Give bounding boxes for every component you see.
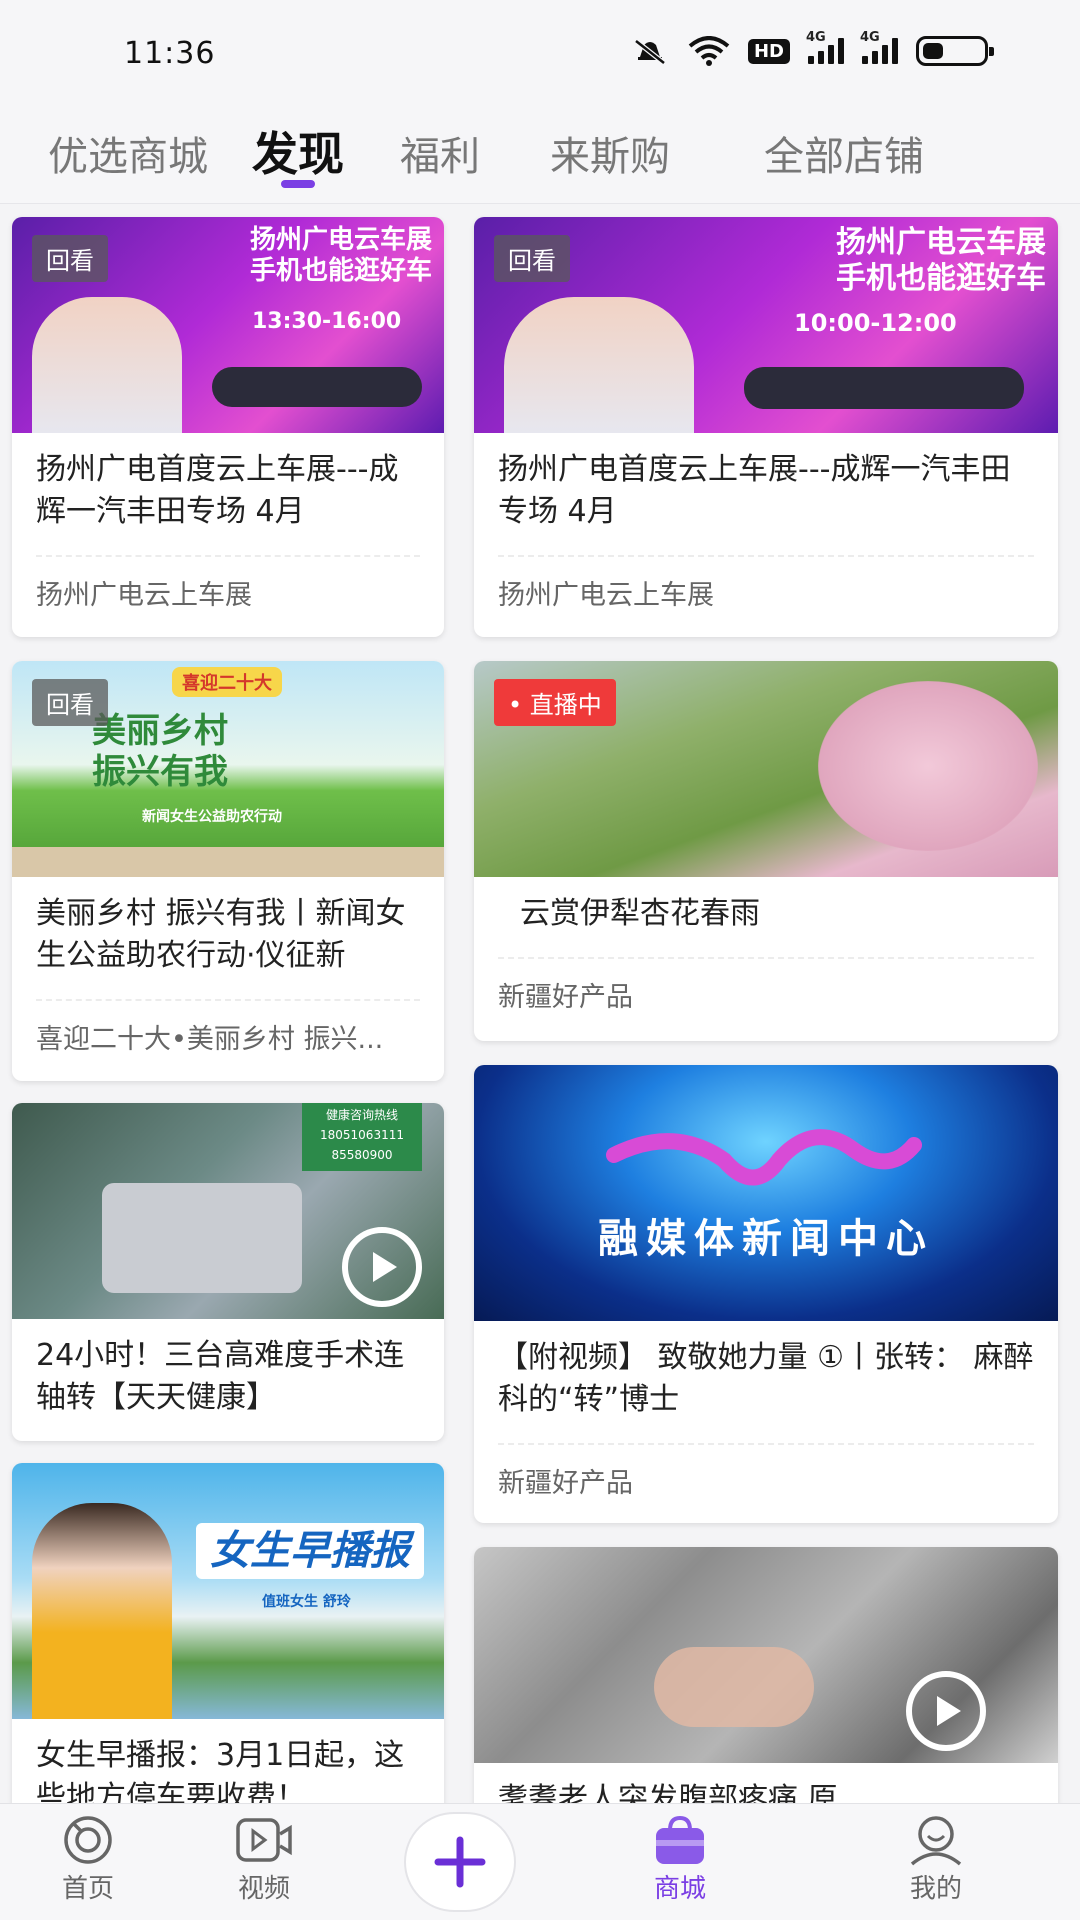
tab-all-stores[interactable]: 全部店铺 xyxy=(764,124,924,182)
feed-card-surgery[interactable]: 健康咨询热线 18051063111 85580900 24小时！三台高难度手术… xyxy=(12,1103,444,1441)
hosts-image xyxy=(504,297,694,433)
media-logo-icon xyxy=(606,1129,922,1186)
card-source: 喜迎二十大•美丽乡村 振兴... xyxy=(36,1024,384,1055)
card-title: 云赏伊犁杏花春雨 xyxy=(520,896,760,931)
plus-icon xyxy=(434,1836,486,1888)
card-title: 女生早播报：3月1日起，这些地方停车要收费！ xyxy=(36,1738,405,1803)
nav-home[interactable]: 首页 xyxy=(28,1814,148,1905)
feed-card-car-expo-1[interactable]: 扬州广电云车展 手机也能逛好车 13:30-16:00 回看 扬州广电首度云上车… xyxy=(12,217,444,637)
hotline-number-2: 85580900 xyxy=(331,1148,393,1162)
profile-icon xyxy=(910,1816,962,1866)
status-bar: 11:36 HD 4G 4G xyxy=(0,0,1080,100)
nav-shop[interactable]: 商城 xyxy=(620,1814,740,1905)
feed-card-morning-news[interactable]: 女生早播报 值班女生 舒玲 女生早播报：3月1日起，这些地方停车要收费！ xyxy=(12,1463,444,1803)
car-image xyxy=(212,367,422,407)
card-thumbnail: 融媒体新闻中心 xyxy=(474,1065,1058,1321)
hotline-number-1: 18051063111 xyxy=(320,1128,404,1142)
status-time: 11:36 xyxy=(124,36,216,71)
card-title: 24小时！三台高难度手术连轴转【天天健康】 xyxy=(36,1338,405,1415)
thumb-banner: 喜迎二十大 xyxy=(172,667,282,697)
replay-badge: 回看 xyxy=(494,235,570,282)
card-thumbnail: • 直播中 xyxy=(474,661,1058,877)
tab-welfare[interactable]: 福利 xyxy=(400,124,480,182)
hotline-box: 健康咨询热线 18051063111 85580900 xyxy=(302,1103,422,1171)
medical-equipment-image xyxy=(102,1183,302,1293)
wifi-icon xyxy=(688,36,730,66)
card-title: 【附视频】 致敬她力量 ①丨张转： 麻醉科的“转”博士 xyxy=(498,1340,1034,1417)
thumb-headline: 美丽乡村 振兴有我 xyxy=(92,711,228,792)
nav-shop-label: 商城 xyxy=(653,1874,706,1904)
publish-button[interactable] xyxy=(404,1812,516,1912)
feed-card-elderly-pain[interactable]: 耄耋老人突发腹部疼痛 原 xyxy=(474,1547,1058,1803)
play-icon[interactable] xyxy=(906,1671,986,1751)
card-thumbnail: 健康咨询热线 18051063111 85580900 xyxy=(12,1103,444,1319)
thumb-time: 10:00-12:00 xyxy=(794,309,957,337)
replay-badge: 回看 xyxy=(32,679,108,726)
card-source: 扬州广电云上车展 xyxy=(498,580,714,611)
thumb-headline: 融媒体新闻中心 xyxy=(598,1216,934,1262)
hosts-image xyxy=(32,297,182,433)
card-thumbnail: 扬州广电云车展 手机也能逛好车 10:00-12:00 回看 xyxy=(474,217,1058,433)
tab-discover[interactable]: 发现 xyxy=(252,118,344,184)
thumb-caption: 新闻女生公益助农行动 xyxy=(142,809,282,825)
live-badge: • 直播中 xyxy=(494,679,616,726)
card-thumbnail: 喜迎二十大 美丽乡村 振兴有我 新闻女生公益助农行动 回看 xyxy=(12,661,444,877)
hd-icon: HD xyxy=(747,38,790,64)
card-source: 扬州广电云上车展 xyxy=(36,580,252,611)
bottom-navigation: 首页 视频 商城 我的 xyxy=(0,1803,1080,1920)
card-source: 新疆好产品 xyxy=(498,982,633,1013)
top-tabs: 优选商城 发现 福利 来斯购 全部店铺 xyxy=(0,100,1080,204)
nav-profile[interactable]: 我的 xyxy=(876,1814,996,1905)
nav-profile-label: 我的 xyxy=(909,1874,962,1904)
card-title: 耄耋老人突发腹部疼痛 原 xyxy=(498,1782,838,1803)
shop-bag-icon xyxy=(656,1815,704,1864)
video-icon xyxy=(236,1818,292,1862)
battery-icon xyxy=(916,36,994,66)
replay-badge: 回看 xyxy=(32,235,108,282)
mute-icon xyxy=(634,39,666,65)
tab-laisigou[interactable]: 来斯购 xyxy=(550,124,670,182)
hotline-label: 健康咨询热线 xyxy=(325,1108,398,1122)
play-icon[interactable] xyxy=(342,1227,422,1307)
thumb-headline: 扬州广电云车展 手机也能逛好车 xyxy=(249,225,432,287)
status-icons: HD 4G 4G xyxy=(630,30,994,66)
thumb-headline: 女生早播报 xyxy=(196,1523,424,1579)
nav-video[interactable]: 视频 xyxy=(204,1814,324,1905)
card-thumbnail: 女生早播报 值班女生 舒玲 xyxy=(12,1463,444,1719)
nav-video-label: 视频 xyxy=(237,1874,290,1904)
nav-home-label: 首页 xyxy=(61,1874,114,1904)
feed-card-anesthesia[interactable]: 融媒体新闻中心 【附视频】 致敬她力量 ①丨张转： 麻醉科的“转”博士 新疆好产… xyxy=(474,1065,1058,1523)
card-thumbnail: 扬州广电云车展 手机也能逛好车 13:30-16:00 回看 xyxy=(12,217,444,433)
home-icon xyxy=(64,1816,112,1864)
tab-youxuan-mall[interactable]: 优选商城 xyxy=(48,124,208,182)
car-image xyxy=(744,367,1024,409)
feed-card-rural-revival[interactable]: 喜迎二十大 美丽乡村 振兴有我 新闻女生公益助农行动 回看 美丽乡村 振兴有我丨… xyxy=(12,661,444,1081)
cell-signal-icon-1: 4G xyxy=(806,30,844,64)
card-title: 美丽乡村 振兴有我丨新闻女生公益助农行动·仪征新 xyxy=(36,896,406,973)
card-source: 新疆好产品 xyxy=(498,1468,633,1499)
cell-signal-icon-2: 4G xyxy=(860,30,898,64)
active-tab-indicator xyxy=(281,180,315,188)
discover-feed[interactable]: 扬州广电云车展 手机也能逛好车 13:30-16:00 回看 扬州广电首度云上车… xyxy=(0,205,1080,1803)
card-title: 扬州广电首度云上车展---成辉一汽丰田专场 4月 xyxy=(36,452,399,529)
thumb-time: 13:30-16:00 xyxy=(252,309,402,334)
feed-card-ili-apricot[interactable]: • 直播中 云赏伊犁杏花春雨 新疆好产品 xyxy=(474,661,1058,1041)
hand-xray-image xyxy=(654,1647,814,1727)
anchor-image xyxy=(32,1503,172,1719)
thumb-caption: 值班女生 舒玲 xyxy=(262,1594,351,1610)
feed-card-car-expo-2[interactable]: 扬州广电云车展 手机也能逛好车 10:00-12:00 回看 扬州广电首度云上车… xyxy=(474,217,1058,637)
card-title: 扬州广电首度云上车展---成辉一汽丰田专场 4月 xyxy=(498,452,1011,529)
thumb-headline: 扬州广电云车展 手机也能逛好车 xyxy=(836,225,1046,296)
card-thumbnail xyxy=(474,1547,1058,1763)
